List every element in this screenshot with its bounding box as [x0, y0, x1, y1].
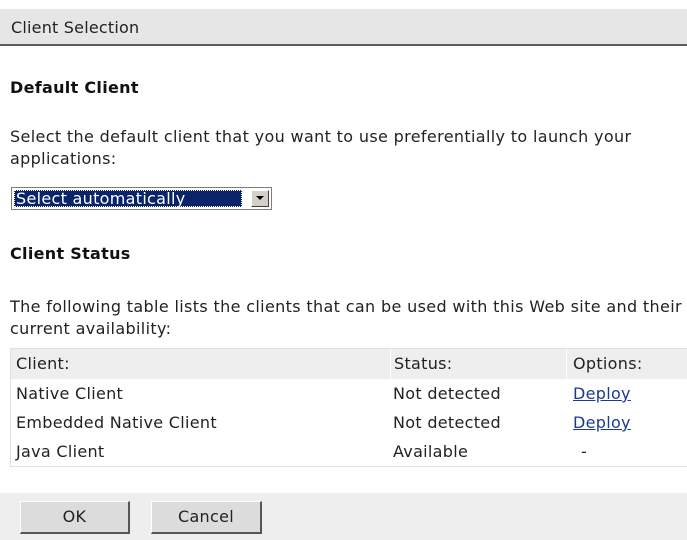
panel-title: Client Selection — [11, 18, 140, 37]
dialog-footer: OK Cancel — [0, 493, 687, 540]
column-header-status: Status: — [390, 349, 452, 379]
client-name: Java Client — [16, 442, 105, 461]
table-header-row: Client: Status: Options: — [11, 349, 687, 379]
default-client-description: Select the default client that you want … — [10, 127, 632, 168]
default-client-select[interactable]: Select automatically — [11, 187, 272, 210]
client-name: Native Client — [16, 384, 124, 403]
ok-button[interactable]: OK — [20, 501, 130, 534]
dropdown-arrow-icon[interactable] — [251, 190, 269, 207]
deploy-link[interactable]: Deploy — [573, 408, 631, 437]
client-status: Available — [393, 442, 469, 461]
client-option: - — [581, 442, 588, 461]
default-client-select-value[interactable]: Select automatically — [14, 190, 242, 207]
default-client-heading: Default Client — [10, 78, 139, 97]
client-name: Embedded Native Client — [16, 413, 217, 432]
client-status-table: Client: Status: Options: Native Client N… — [10, 348, 687, 467]
client-status: Not detected — [393, 384, 501, 403]
panel-header: Client Selection — [0, 9, 687, 46]
client-status-heading: Client Status — [10, 244, 131, 263]
deploy-link[interactable]: Deploy — [573, 379, 631, 408]
table-row: Java Client Available - — [11, 437, 687, 466]
cancel-button[interactable]: Cancel — [151, 501, 262, 534]
table-row: Native Client Not detected Deploy — [11, 379, 687, 408]
column-header-client: Client: — [16, 354, 70, 373]
client-status-description: The following table lists the clients th… — [10, 297, 682, 338]
table-row: Embedded Native Client Not detected Depl… — [11, 408, 687, 437]
client-status: Not detected — [393, 413, 501, 432]
column-header-options: Options: — [566, 349, 643, 379]
